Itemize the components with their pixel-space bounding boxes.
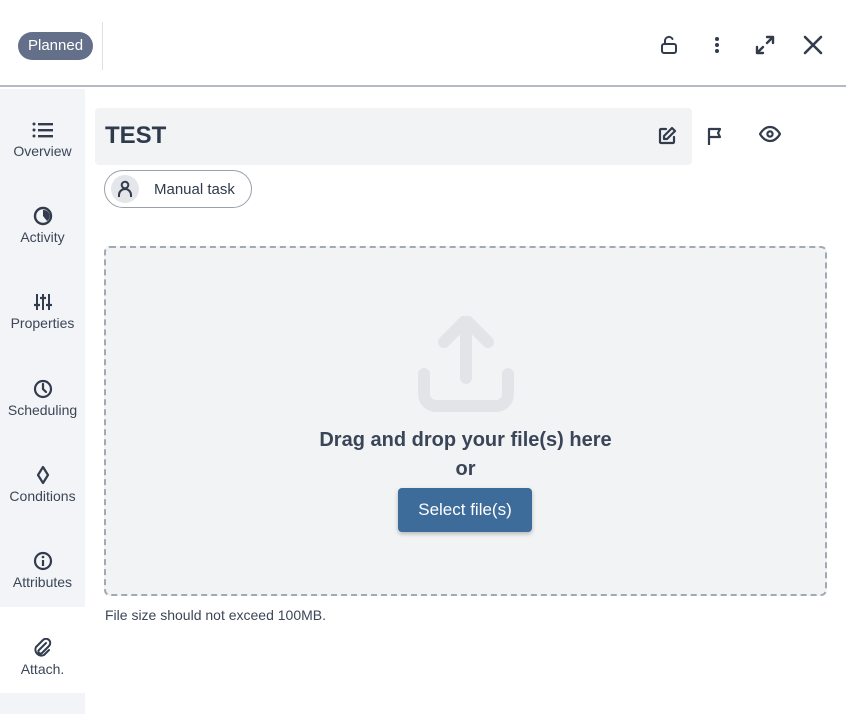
panel-header: Planned <box>0 0 846 87</box>
clock-icon <box>33 378 53 400</box>
upload-icon <box>418 314 514 419</box>
flag-icon[interactable] <box>702 123 728 149</box>
task-type-chip[interactable]: Manual task <box>104 170 252 208</box>
sidebar-item-scheduling[interactable]: Scheduling <box>0 348 85 434</box>
sidebar-item-conditions[interactable]: Conditions <box>0 434 85 520</box>
task-title-bar: TEST <box>95 108 692 165</box>
more-vertical-icon[interactable] <box>704 32 730 58</box>
select-files-button[interactable]: Select file(s) <box>398 488 532 532</box>
expand-icon[interactable] <box>752 32 778 58</box>
sidebar-item-properties[interactable]: Properties <box>0 261 85 347</box>
user-icon <box>111 175 139 203</box>
diamond-icon <box>35 464 51 486</box>
sidebar-item-label: Scheduling <box>7 402 78 418</box>
close-icon[interactable] <box>800 32 826 58</box>
info-icon <box>33 550 53 572</box>
pie-clock-icon <box>33 205 53 227</box>
list-icon <box>32 119 54 141</box>
sidebar: Overview Activity Properties Scheduling … <box>0 89 85 714</box>
sidebar-item-attributes[interactable]: Attributes <box>0 520 85 606</box>
task-title: TEST <box>105 122 167 149</box>
header-divider <box>102 22 103 70</box>
sidebar-item-label: Attach. <box>20 661 65 677</box>
status-badge: Planned <box>18 32 94 60</box>
sidebar-item-label: Activity <box>20 229 65 245</box>
sidebar-item-label: Overview <box>13 143 72 159</box>
sliders-icon <box>33 291 53 313</box>
file-size-note: File size should not exceed 100MB. <box>105 607 327 623</box>
sidebar-item-label: Conditions <box>9 488 76 504</box>
sidebar-item-label: Attributes <box>12 574 73 590</box>
sidebar-item-activity[interactable]: Activity <box>0 175 85 261</box>
paperclip-icon <box>33 637 53 659</box>
sidebar-item-attach[interactable]: Attach. <box>0 607 85 693</box>
task-type-label: Manual task <box>154 181 235 198</box>
file-dropzone[interactable]: Drag and drop your file(s) here or Selec… <box>104 246 827 596</box>
eye-icon[interactable] <box>757 121 783 147</box>
sidebar-item-label: Properties <box>10 315 75 331</box>
unlock-icon[interactable] <box>656 32 682 58</box>
edit-icon[interactable] <box>654 123 680 149</box>
dropzone-instruction: Drag and drop your file(s) here <box>319 429 612 451</box>
dropzone-or: or <box>455 458 476 480</box>
sidebar-item-overview[interactable]: Overview <box>0 89 85 175</box>
